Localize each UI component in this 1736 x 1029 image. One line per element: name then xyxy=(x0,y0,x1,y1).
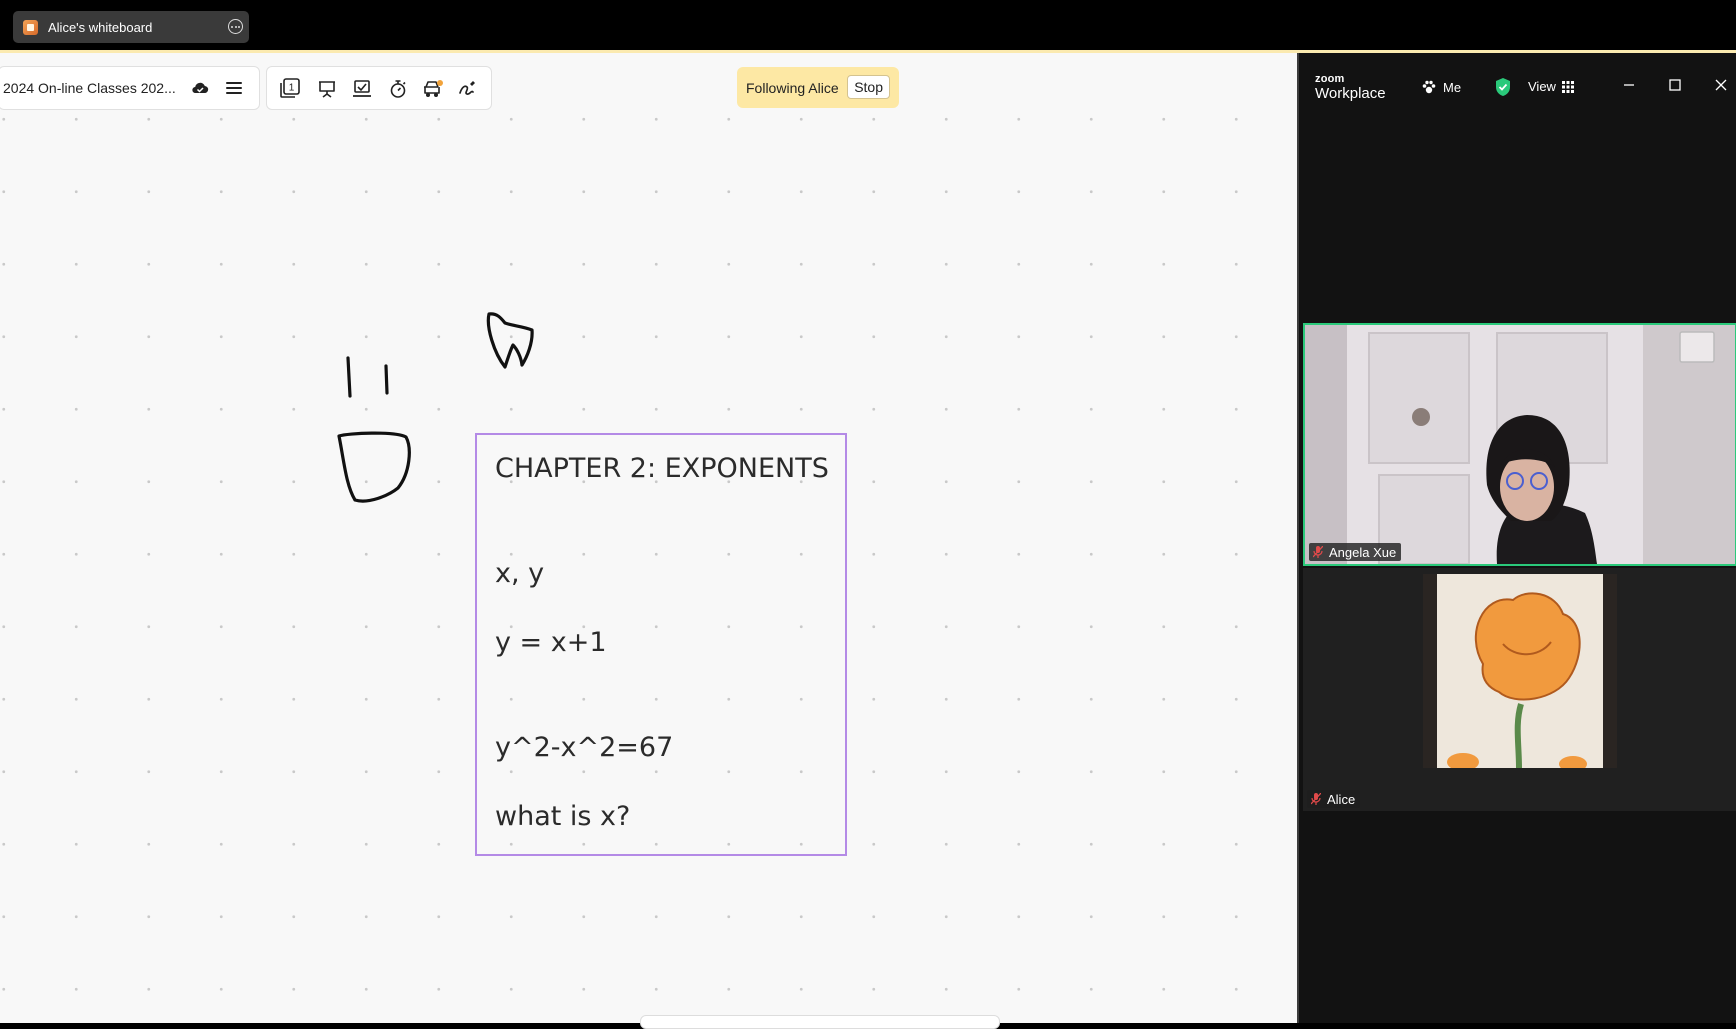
muted-mic-icon xyxy=(1311,793,1321,805)
maximize-icon[interactable] xyxy=(1667,77,1683,93)
share-icon[interactable] xyxy=(352,79,372,104)
board-title-toolbar: 2024 On-line Classes 202... xyxy=(0,66,260,110)
participant-name-tag: Angela Xue xyxy=(1309,543,1402,561)
apps-icon[interactable] xyxy=(422,79,444,104)
whiteboard-logo-icon xyxy=(23,19,38,35)
participant-name: Alice xyxy=(1327,791,1356,807)
board-tools-toolbar: 1 xyxy=(266,66,492,110)
board-title[interactable]: 2024 On-line Classes 202... xyxy=(3,80,178,96)
participant-video-tile[interactable]: Alice xyxy=(1303,568,1736,811)
timer-icon[interactable] xyxy=(389,79,407,104)
whiteboard-tab-title: Alice's whiteboard xyxy=(48,19,153,35)
ink-stroke xyxy=(384,364,389,395)
ink-stroke xyxy=(486,312,534,369)
meeting-label: Me xyxy=(1443,79,1462,95)
zoom-brand-small: zoom xyxy=(1315,73,1345,85)
participant-name-tag: Alice xyxy=(1307,790,1361,808)
note-line: y^2-x^2=67 xyxy=(495,732,674,763)
sticky-note[interactable]: CHAPTER 2: EXPONENTS x, y y = x+1 y^2-x^… xyxy=(475,433,847,856)
note-line: y = x+1 xyxy=(495,627,607,658)
meeting-info-button[interactable]: Me xyxy=(1421,79,1461,95)
lasso-icon[interactable] xyxy=(457,79,477,104)
paw-icon xyxy=(1422,80,1436,94)
muted-mic-icon xyxy=(1313,546,1323,558)
participant-name: Angela Xue xyxy=(1329,544,1397,560)
ink-stroke xyxy=(346,356,352,398)
whiteboard-canvas[interactable]: CHAPTER 2: EXPONENTS x, y y = x+1 y^2-x^… xyxy=(0,53,1297,1023)
present-icon[interactable] xyxy=(317,79,337,104)
stop-following-button[interactable]: Stop xyxy=(847,75,890,99)
note-line: CHAPTER 2: EXPONENTS xyxy=(495,453,829,484)
participant-video xyxy=(1305,325,1735,564)
zoom-window: zoom Workplace Me View Angela Xue Alice xyxy=(1297,53,1736,1023)
top-bar: Alice's whiteboard xyxy=(0,0,1736,50)
participant-avatar-image xyxy=(1423,574,1617,768)
view-label: View xyxy=(1528,79,1556,94)
zoom-header: zoom Workplace Me View xyxy=(1299,67,1736,107)
grid-icon xyxy=(1561,80,1574,93)
svg-text:1: 1 xyxy=(289,83,295,94)
ink-stroke xyxy=(337,431,411,503)
page-number-icon[interactable]: 1 xyxy=(279,77,301,104)
cloud-save-icon[interactable] xyxy=(191,79,209,102)
zoom-brand-large: Workplace xyxy=(1315,85,1386,102)
note-line: what is x? xyxy=(495,801,631,832)
participant-video-tile[interactable]: Angela Xue xyxy=(1303,323,1736,566)
bottom-toolbar-edge[interactable] xyxy=(640,1015,1000,1029)
view-button[interactable]: View xyxy=(1528,79,1574,94)
whiteboard-tab[interactable]: Alice's whiteboard xyxy=(13,11,249,43)
menu-icon[interactable] xyxy=(225,79,243,102)
security-shield-icon[interactable] xyxy=(1494,77,1512,102)
note-line: x, y xyxy=(495,558,545,589)
minimize-icon[interactable] xyxy=(1621,77,1637,93)
close-icon[interactable] xyxy=(1713,77,1729,93)
following-banner: Following Alice Stop xyxy=(737,67,899,108)
more-options-icon[interactable] xyxy=(228,19,243,34)
following-text: Following Alice xyxy=(746,79,839,96)
